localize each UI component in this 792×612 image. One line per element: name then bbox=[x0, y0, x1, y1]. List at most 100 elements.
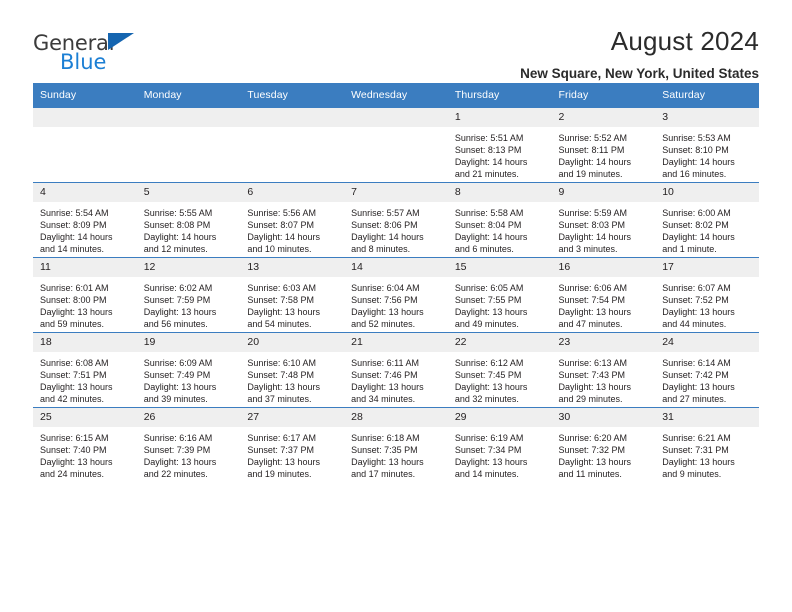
daylight-text: Daylight: 14 hours bbox=[662, 157, 735, 168]
day-number: 31 bbox=[655, 408, 759, 427]
day-number: 21 bbox=[344, 333, 448, 352]
day-details: Sunrise: 6:18 AM Sunset: 7:35 PM Daylight:… bbox=[344, 427, 448, 480]
daylight-text: Daylight: 14 hours bbox=[247, 232, 320, 243]
calendar-day-cell[interactable]: 2 Sunrise: 5:52 AM Sunset: 8:11 PM Daylight… bbox=[551, 107, 656, 183]
calendar-day-cell[interactable]: 1 Sunrise: 5:51 AM Sunset: 8:13 PM Daylight… bbox=[447, 107, 552, 183]
calendar-day-cell[interactable]: 19 Sunrise: 6:09 AM Sunset: 7:49 PM Dayligh… bbox=[136, 332, 241, 408]
day-number: 16 bbox=[551, 258, 656, 277]
brand-logo[interactable]: General Blue bbox=[33, 26, 153, 73]
daylight-text: Daylight: 14 hours bbox=[454, 232, 528, 243]
daylight-text: Daylight: 13 hours bbox=[454, 382, 528, 393]
day-number: 30 bbox=[551, 408, 656, 427]
day-details: Sunrise: 5:51 AM Sunset: 8:13 PM Daylight:… bbox=[448, 127, 552, 180]
daylight-text-cont: and 27 minutes. bbox=[662, 394, 727, 405]
day-number: 28 bbox=[344, 408, 448, 427]
sunset-text: Sunset: 8:03 PM bbox=[558, 220, 626, 231]
daylight-text: Daylight: 14 hours bbox=[40, 232, 113, 243]
weekday-header-monday: Monday bbox=[136, 83, 241, 108]
daylight-text: Daylight: 13 hours bbox=[143, 457, 217, 468]
calendar-day-cell[interactable]: 10 Sunrise: 6:00 AM Sunset: 8:02 PM Dayligh… bbox=[655, 182, 759, 258]
calendar-day-cell[interactable]: 12 Sunrise: 6:02 AM Sunset: 7:59 PM Dayligh… bbox=[136, 257, 241, 333]
day-number: 9 bbox=[551, 183, 656, 202]
calendar-day-cell[interactable]: 27 Sunrise: 6:17 AM Sunset: 7:37 PM Dayligh… bbox=[240, 407, 345, 482]
day-details: Sunrise: 6:03 AM Sunset: 7:58 PM Daylight:… bbox=[240, 277, 344, 330]
page-subtitle: New Square, New York, United States bbox=[520, 66, 759, 81]
calendar-day-cell[interactable]: 7 Sunrise: 5:57 AM Sunset: 8:06 PM Daylight… bbox=[344, 182, 448, 258]
day-details: Sunrise: 6:12 AM Sunset: 7:45 PM Daylight:… bbox=[448, 352, 552, 405]
daylight-text-cont: and 24 minutes. bbox=[40, 469, 105, 480]
day-details: Sunrise: 6:21 AM Sunset: 7:31 PM Daylight:… bbox=[655, 427, 759, 480]
calendar-day-cell[interactable]: 13 Sunrise: 6:03 AM Sunset: 7:58 PM Dayligh… bbox=[240, 257, 345, 333]
daylight-text: Daylight: 14 hours bbox=[351, 232, 424, 243]
calendar-day-cell[interactable]: 15 Sunrise: 6:05 AM Sunset: 7:55 PM Dayligh… bbox=[447, 257, 552, 333]
day-details: Sunrise: 5:56 AM Sunset: 8:07 PM Daylight:… bbox=[240, 202, 344, 255]
calendar-day-cell[interactable]: 25 Sunrise: 6:15 AM Sunset: 7:40 PM Dayligh… bbox=[33, 407, 137, 482]
sunset-text: Sunset: 7:59 PM bbox=[143, 295, 211, 306]
day-details: Sunrise: 6:13 AM Sunset: 7:43 PM Daylight:… bbox=[552, 352, 656, 405]
calendar-day-cell[interactable]: 18 Sunrise: 6:08 AM Sunset: 7:51 PM Dayligh… bbox=[33, 332, 137, 408]
day-details: Sunrise: 6:15 AM Sunset: 7:40 PM Daylight:… bbox=[33, 427, 137, 480]
calendar-day-cell[interactable]: 14 Sunrise: 6:04 AM Sunset: 7:56 PM Dayligh… bbox=[344, 257, 448, 333]
day-details: Sunrise: 6:08 AM Sunset: 7:51 PM Daylight:… bbox=[33, 352, 137, 405]
daylight-text-cont: and 22 minutes. bbox=[143, 469, 208, 480]
calendar-day-cell[interactable]: 3 Sunrise: 5:53 AM Sunset: 8:10 PM Daylight… bbox=[655, 107, 759, 183]
sunset-text: Sunset: 7:48 PM bbox=[247, 370, 314, 381]
sunrise-text: Sunrise: 5:56 AM bbox=[247, 208, 316, 218]
calendar-day-cell[interactable]: 24 Sunrise: 6:14 AM Sunset: 7:42 PM Dayligh… bbox=[655, 332, 759, 408]
sunrise-text: Sunrise: 6:05 AM bbox=[454, 283, 524, 293]
calendar-day-cell[interactable]: 29 Sunrise: 6:19 AM Sunset: 7:34 PM Dayligh… bbox=[447, 407, 552, 482]
day-number bbox=[136, 108, 241, 127]
calendar-week-row: 11 Sunrise: 6:01 AM Sunset: 8:00 PM Dayligh… bbox=[33, 257, 759, 333]
calendar-day-cell[interactable]: 4 Sunrise: 5:54 AM Sunset: 8:09 PM Daylight… bbox=[33, 182, 137, 258]
calendar-day-cell[interactable]: 20 Sunrise: 6:10 AM Sunset: 7:48 PM Dayligh… bbox=[240, 332, 345, 408]
calendar-day-cell[interactable]: 26 Sunrise: 6:16 AM Sunset: 7:39 PM Dayligh… bbox=[136, 407, 241, 482]
day-number: 6 bbox=[240, 183, 345, 202]
day-number: 20 bbox=[240, 333, 345, 352]
day-details: Sunrise: 5:53 AM Sunset: 8:10 PM Daylight:… bbox=[655, 127, 759, 180]
sunrise-text: Sunrise: 6:16 AM bbox=[143, 433, 213, 443]
calendar-day-cell[interactable]: 9 Sunrise: 5:59 AM Sunset: 8:03 PM Daylight… bbox=[551, 182, 656, 258]
sunset-text: Sunset: 8:02 PM bbox=[662, 220, 729, 231]
day-number: 4 bbox=[33, 183, 137, 202]
day-details: Sunrise: 6:02 AM Sunset: 7:59 PM Daylight:… bbox=[137, 277, 241, 330]
calendar-day-cell[interactable]: 22 Sunrise: 6:12 AM Sunset: 7:45 PM Dayligh… bbox=[447, 332, 552, 408]
sunrise-text: Sunrise: 5:58 AM bbox=[454, 208, 524, 218]
calendar-day-cell[interactable]: 23 Sunrise: 6:13 AM Sunset: 7:43 PM Dayligh… bbox=[551, 332, 656, 408]
sunrise-text: Sunrise: 6:12 AM bbox=[454, 358, 524, 368]
daylight-text-cont: and 17 minutes. bbox=[351, 469, 416, 480]
daylight-text-cont: and 19 minutes. bbox=[247, 469, 312, 480]
day-details: Sunrise: 6:09 AM Sunset: 7:49 PM Daylight:… bbox=[137, 352, 241, 405]
sunset-text: Sunset: 8:00 PM bbox=[40, 295, 107, 306]
weekday-header-thursday: Thursday bbox=[447, 83, 552, 108]
day-number bbox=[240, 108, 345, 127]
daylight-text: Daylight: 14 hours bbox=[662, 232, 735, 243]
sunrise-text: Sunrise: 6:19 AM bbox=[454, 433, 524, 443]
daylight-text: Daylight: 13 hours bbox=[558, 457, 632, 468]
daylight-text-cont: and 37 minutes. bbox=[247, 394, 312, 405]
day-details: Sunrise: 5:58 AM Sunset: 8:04 PM Daylight:… bbox=[448, 202, 552, 255]
calendar-day-cell[interactable]: 16 Sunrise: 6:06 AM Sunset: 7:54 PM Dayligh… bbox=[551, 257, 656, 333]
calendar-day-cell[interactable]: 11 Sunrise: 6:01 AM Sunset: 8:00 PM Dayligh… bbox=[33, 257, 137, 333]
day-number bbox=[33, 108, 137, 127]
calendar-day-cell[interactable]: 31 Sunrise: 6:21 AM Sunset: 7:31 PM Dayligh… bbox=[655, 407, 759, 482]
day-number: 23 bbox=[551, 333, 656, 352]
calendar-day-cell[interactable]: 5 Sunrise: 5:55 AM Sunset: 8:08 PM Daylight… bbox=[136, 182, 241, 258]
calendar-day-cell[interactable]: 28 Sunrise: 6:18 AM Sunset: 7:35 PM Dayligh… bbox=[344, 407, 448, 482]
calendar-day-cell[interactable]: 6 Sunrise: 5:56 AM Sunset: 8:07 PM Daylight… bbox=[240, 182, 345, 258]
sunrise-text: Sunrise: 5:57 AM bbox=[351, 208, 420, 218]
sunset-text: Sunset: 7:32 PM bbox=[558, 445, 626, 456]
sunset-text: Sunset: 8:09 PM bbox=[40, 220, 107, 231]
calendar-day-cell[interactable]: 30 Sunrise: 6:20 AM Sunset: 7:32 PM Dayligh… bbox=[551, 407, 656, 482]
calendar-day-cell[interactable]: 17 Sunrise: 6:07 AM Sunset: 7:52 PM Dayligh… bbox=[655, 257, 759, 333]
calendar-day-cell[interactable]: 21 Sunrise: 6:11 AM Sunset: 7:46 PM Dayligh… bbox=[344, 332, 448, 408]
daylight-text: Daylight: 14 hours bbox=[558, 157, 632, 168]
sunrise-text: Sunrise: 6:11 AM bbox=[351, 358, 419, 368]
sunset-text: Sunset: 7:35 PM bbox=[351, 445, 418, 456]
sunrise-text: Sunrise: 6:20 AM bbox=[558, 433, 628, 443]
sunrise-text: Sunrise: 6:09 AM bbox=[143, 358, 213, 368]
daylight-text-cont: and 52 minutes. bbox=[351, 319, 416, 330]
sunset-text: Sunset: 7:51 PM bbox=[40, 370, 107, 381]
daylight-text: Daylight: 14 hours bbox=[454, 157, 528, 168]
calendar-day-cell[interactable]: 8 Sunrise: 5:58 AM Sunset: 8:04 PM Daylight… bbox=[447, 182, 552, 258]
sunrise-text: Sunrise: 6:04 AM bbox=[351, 283, 420, 293]
